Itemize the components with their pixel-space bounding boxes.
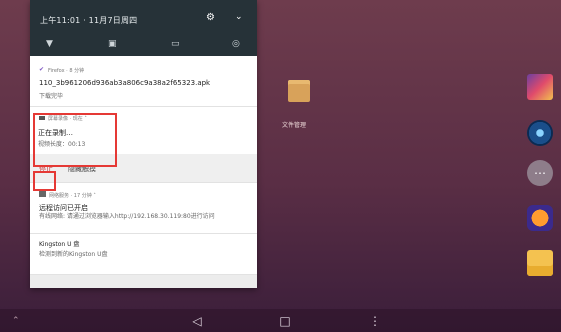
caret-up-icon: ⌃ [12,316,20,326]
download-filename: 110_3b961206d936ab3a806c9a38a2f65323.apk [39,79,211,87]
download-status: 下载完毕 [39,93,64,100]
firefox-download-icon: ✔ [39,66,45,73]
gallery-app-icon[interactable] [527,74,553,100]
network-service-notification[interactable]: 网络服务 · 17 分钟 ˄ 远程访问已开启 有线网络: 请通过浏览器输入htt… [30,183,257,234]
wifi-icon[interactable]: ▼ [46,39,53,49]
folder-icon[interactable] [288,80,310,102]
network-title: 远程访问已开启 [39,204,88,212]
download-meta: Firefox · 8 分钟 [48,68,85,74]
email-app-icon[interactable] [527,250,553,276]
folder-label: 文件管理 [282,122,307,129]
cast-icon[interactable]: ▭ [171,39,180,49]
back-button[interactable]: ◁ [189,313,205,329]
storage-title: Kingston U 盘 [39,241,80,248]
quick-settings-panel: 上午11:01 · 11月7日周四 ⚙ ⌄ ▼ ▣ ▭ ◎ [30,0,257,56]
gear-icon[interactable]: ⚙ [206,12,215,23]
rotate-icon[interactable]: ▣ [108,39,117,49]
quick-settings-row: ▼ ▣ ▭ ◎ [30,39,257,53]
record-info-highlight [33,113,117,167]
stop-button-highlight [33,171,56,191]
music-app-icon[interactable] [527,120,553,146]
app-drawer-icon[interactable]: ⋯ [527,160,553,186]
download-notification[interactable]: ✔ Firefox · 8 分钟 110_3b961206d936ab3a806… [30,56,257,107]
home-button[interactable]: □ [277,313,293,329]
network-meta: 网络服务 · 17 分钟 ˄ [49,193,96,199]
network-body: 有线网络: 请通过浏览器输入http://192.168.30.119:80进行… [39,213,215,220]
status-time-date: 上午11:01 · 11月7日周四 [40,16,138,25]
firefox-app-icon[interactable] [527,205,553,231]
navigation-bar: ⌃ ◁ □ ⋮ [0,309,561,332]
storage-body: 检测到新的Kingston U盘 [39,251,108,258]
hotspot-icon[interactable]: ◎ [232,39,240,49]
network-icon [39,191,46,197]
recents-button[interactable]: ⋮ [367,313,383,329]
chevron-down-icon[interactable]: ⌄ [235,12,243,22]
storage-notification[interactable]: Kingston U 盘 检测到新的Kingston U盘 [30,234,257,275]
